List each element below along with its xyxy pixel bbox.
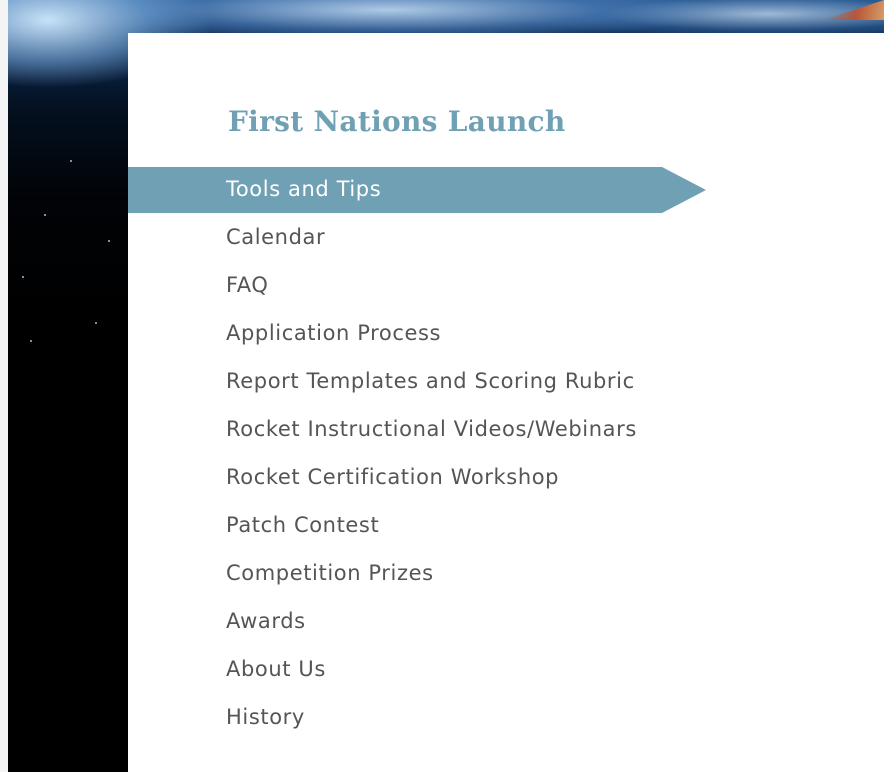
- star: [70, 160, 72, 162]
- main-nav-menu: Tools and Tips Calendar FAQ Application …: [128, 167, 884, 743]
- nav-item-label: Tools and Tips: [226, 177, 382, 201]
- nav-item-patch-contest[interactable]: Patch Contest: [128, 503, 884, 551]
- site-title: First Nations Launch: [228, 105, 566, 138]
- nav-item-label: Calendar: [226, 225, 326, 249]
- nav-item-history[interactable]: History: [128, 695, 884, 743]
- star: [30, 340, 32, 342]
- star: [44, 214, 46, 216]
- star: [108, 240, 110, 242]
- left-edge-strip: [0, 0, 8, 772]
- navigation-panel: First Nations Launch Tools and Tips Cale…: [128, 33, 884, 772]
- nav-item-about-us[interactable]: About Us: [128, 647, 884, 695]
- nav-item-label: Application Process: [226, 321, 442, 345]
- nav-item-awards[interactable]: Awards: [128, 599, 884, 647]
- nav-item-report-templates[interactable]: Report Templates and Scoring Rubric: [128, 359, 884, 407]
- nav-item-competition-prizes[interactable]: Competition Prizes: [128, 551, 884, 599]
- star: [22, 276, 24, 278]
- nav-item-label: Report Templates and Scoring Rubric: [226, 369, 635, 393]
- nav-item-rocket-certification[interactable]: Rocket Certification Workshop: [128, 455, 884, 503]
- page-frame: First Nations Launch Tools and Tips Cale…: [0, 0, 884, 772]
- nav-item-label: Rocket Certification Workshop: [226, 465, 560, 489]
- nav-item-label: Competition Prizes: [226, 561, 434, 585]
- nav-item-label: FAQ: [226, 273, 269, 297]
- nav-item-label: Patch Contest: [226, 513, 380, 537]
- nav-item-label: History: [226, 705, 305, 729]
- nav-item-faq[interactable]: FAQ: [128, 263, 884, 311]
- nav-item-label: Rocket Instructional Videos/Webinars: [226, 417, 637, 441]
- star: [95, 322, 97, 324]
- nav-item-rocket-videos[interactable]: Rocket Instructional Videos/Webinars: [128, 407, 884, 455]
- nav-item-label: Awards: [226, 609, 306, 633]
- nav-item-calendar[interactable]: Calendar: [128, 215, 884, 263]
- nav-item-tools-and-tips[interactable]: Tools and Tips: [128, 167, 884, 215]
- nav-item-label: About Us: [226, 657, 326, 681]
- nav-item-application-process[interactable]: Application Process: [128, 311, 884, 359]
